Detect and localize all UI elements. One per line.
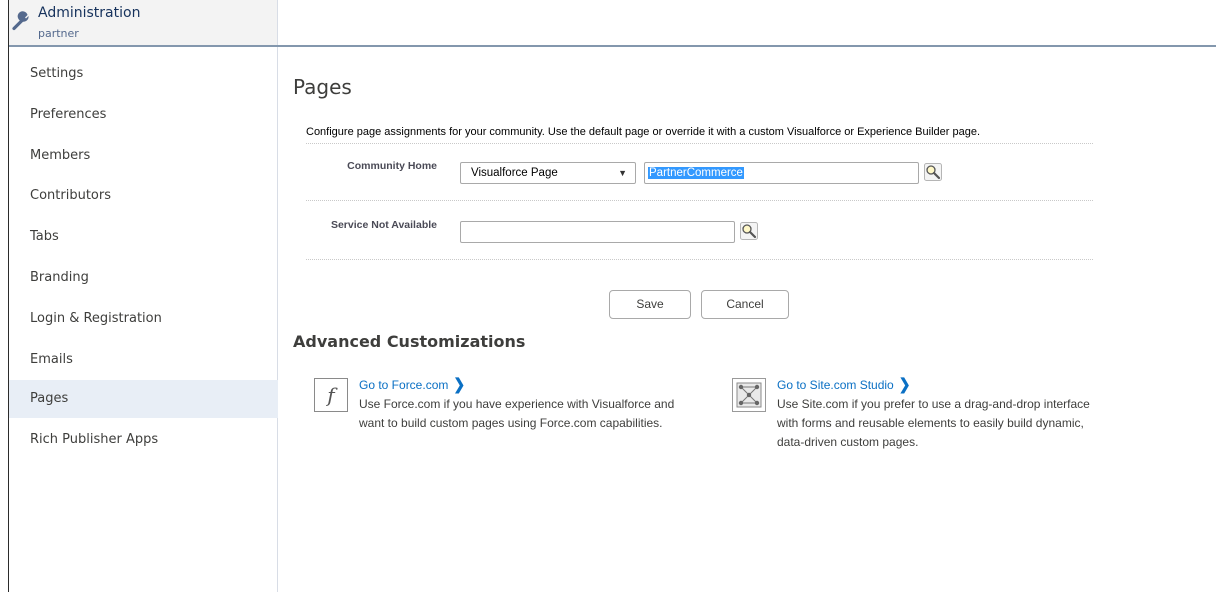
sidebar-item-members[interactable]: Members (9, 137, 278, 175)
sidebar-item-rich-publisher-apps[interactable]: Rich Publisher Apps (9, 421, 278, 459)
wrench-icon (12, 11, 29, 31)
sidebar-item-pages[interactable]: Pages (9, 380, 278, 418)
service-not-available-label: Service Not Available (330, 219, 437, 231)
force-com-icon: f (314, 378, 348, 412)
lookup-icon[interactable] (924, 163, 942, 181)
go-to-force-com-label: Go to Force.com (359, 378, 449, 392)
force-com-description: Use Force.com if you have experience wit… (359, 397, 675, 430)
site-com-description: Use Site.com if you prefer to use a drag… (777, 397, 1090, 449)
service-not-available-input[interactable] (460, 221, 735, 243)
sidebar-item-preferences[interactable]: Preferences (9, 96, 278, 134)
community-home-type-value: Visualforce Page (471, 167, 558, 179)
app-header: Administration partner (9, 0, 1216, 47)
main-content: Pages Configure page assignments for you… (279, 47, 1216, 592)
svg-text:f: f (325, 383, 338, 407)
dropdown-caret-icon: ▼ (618, 168, 627, 178)
go-to-force-com-link[interactable]: Go to Force.com ❯ (359, 375, 466, 393)
sidebar-item-branding[interactable]: Branding (9, 259, 278, 297)
network-icon (736, 382, 762, 408)
go-to-site-com-studio-label: Go to Site.com Studio (777, 378, 894, 392)
divider (306, 259, 1093, 260)
advanced-customizations-heading: Advanced Customizations (293, 332, 526, 351)
sidebar-item-login-registration[interactable]: Login & Registration (9, 300, 278, 338)
community-home-type-select[interactable]: Visualforce Page ▼ (460, 162, 636, 184)
sidebar-item-settings[interactable]: Settings (9, 55, 278, 93)
chevron-right-icon: ❯ (898, 375, 911, 393)
admin-sidebar: Settings Preferences Members Contributor… (9, 47, 278, 592)
go-to-site-com-studio-link[interactable]: Go to Site.com Studio ❯ (777, 375, 911, 393)
sidebar-item-contributors[interactable]: Contributors (9, 177, 278, 215)
page-title: Pages (293, 75, 352, 99)
header-subtitle: partner (38, 27, 79, 40)
cancel-button[interactable]: Cancel (701, 290, 789, 319)
divider (306, 200, 1093, 201)
page-description: Configure page assignments for your comm… (306, 126, 980, 138)
sidebar-item-tabs[interactable]: Tabs (9, 218, 278, 256)
community-home-label: Community Home (347, 160, 437, 172)
header-brand: Administration partner (9, 0, 278, 45)
divider (306, 143, 1093, 144)
community-home-page-value: PartnerCommerce (648, 167, 744, 179)
save-button[interactable]: Save (609, 290, 691, 319)
header-title: Administration (38, 5, 141, 21)
lookup-icon[interactable] (740, 222, 758, 240)
chevron-right-icon: ❯ (453, 375, 466, 393)
sidebar-item-emails[interactable]: Emails (9, 341, 278, 379)
site-com-icon (732, 378, 766, 412)
function-icon: f (325, 383, 338, 407)
community-home-page-input[interactable]: PartnerCommerce (644, 162, 919, 184)
